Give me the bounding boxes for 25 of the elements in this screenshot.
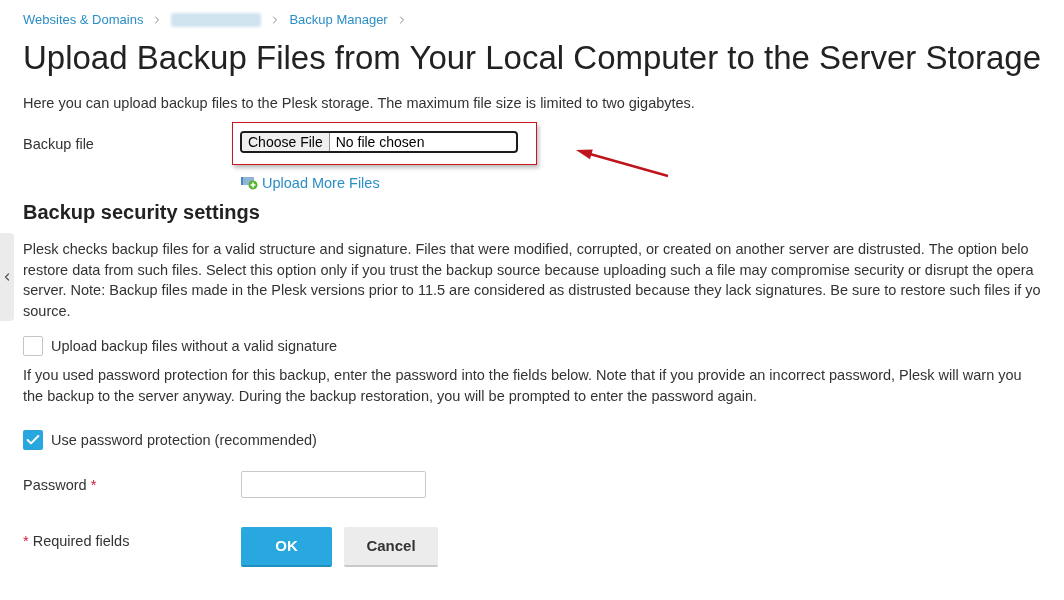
upload-more-files-link[interactable]: Upload More Files — [241, 173, 380, 193]
breadcrumb-link[interactable]: Backup Manager — [289, 10, 388, 30]
required-asterisk: * — [90, 475, 97, 495]
file-status-text: No file chosen — [334, 133, 426, 151]
password-field[interactable] — [241, 471, 426, 498]
section-heading: Backup security settings — [23, 200, 261, 225]
add-file-icon — [241, 176, 258, 190]
cancel-button[interactable]: Cancel — [344, 527, 438, 567]
checkbox[interactable] — [23, 430, 43, 450]
field-label: Backup file — [23, 134, 95, 154]
checkbox[interactable] — [23, 336, 43, 356]
sidebar-toggle-button[interactable] — [0, 233, 14, 321]
checkbox-label[interactable]: Use password protection (recommended) — [51, 430, 317, 450]
breadcrumb-link[interactable]: Websites & Domains — [23, 10, 144, 30]
field-label: Password — [23, 475, 87, 495]
password-note: If you used password protection for this backup, enter the password into the fields below. Note that if you provide an incorrect password, Plesk will warn you the backup to the server anyway. During the backup restoration, you will be prompted to enter the password again. — [23, 366, 1023, 406]
choose-file-button[interactable]: Choose File — [242, 133, 330, 151]
blurred-breadcrumb[interactable] — [171, 13, 262, 27]
security-description: Plesk checks backup files for a valid structure and signature. Files that were modified, corrupted, or created on another server are distrusted. The option belo restore data from such files. Select this option only if you trust the backup source because uploading such a file may compromise security or disrupt the opera server. Note: Backup files made in the Plesk versions prior to 11.5 are considered as distrusted because they lack signatures. Be sure to restore such files if yo source. — [23, 240, 1042, 321]
page-title: Upload Backup Files from Your Local Computer to the Server Storage — [23, 38, 1043, 78]
intro-text: Here you can upload backup files to the Plesk storage. The maximum file size is limited to two gigabytes. — [23, 94, 696, 113]
file-input-field[interactable]: Choose File No file chosen — [240, 131, 518, 153]
checkbox-label[interactable]: Upload backup files without a valid signature — [51, 336, 338, 356]
required-asterisk: * — [23, 532, 29, 551]
required-fields-note: Required fields — [32, 532, 130, 551]
